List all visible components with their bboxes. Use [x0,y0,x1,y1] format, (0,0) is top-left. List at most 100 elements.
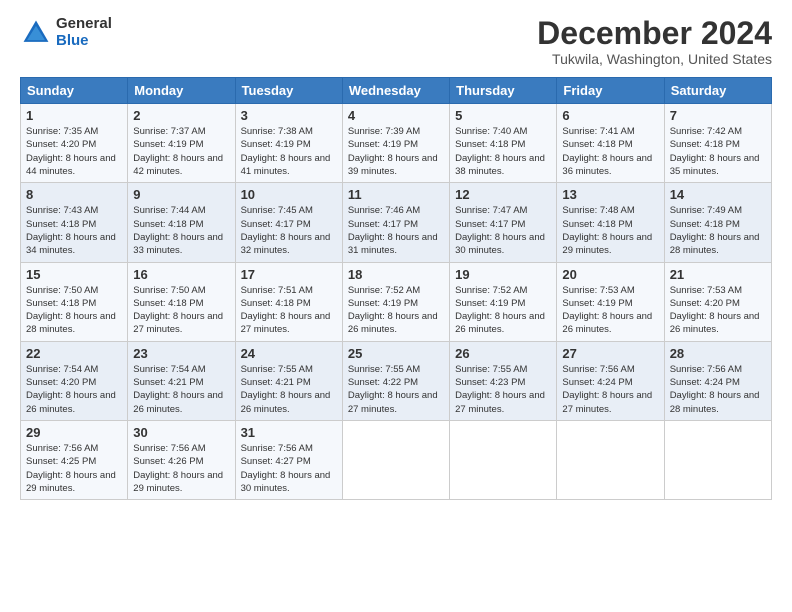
header-cell-saturday: Saturday [664,78,771,104]
day-info: Sunrise: 7:49 AMSunset: 4:18 PMDaylight:… [670,205,760,256]
day-cell: 30 Sunrise: 7:56 AMSunset: 4:26 PMDaylig… [128,420,235,499]
day-info: Sunrise: 7:52 AMSunset: 4:19 PMDaylight:… [348,285,438,336]
day-info: Sunrise: 7:56 AMSunset: 4:26 PMDaylight:… [133,443,223,494]
day-cell: 1 Sunrise: 7:35 AMSunset: 4:20 PMDayligh… [21,104,128,183]
day-number: 13 [562,187,658,202]
day-info: Sunrise: 7:55 AMSunset: 4:22 PMDaylight:… [348,364,438,415]
day-info: Sunrise: 7:56 AMSunset: 4:24 PMDaylight:… [562,364,652,415]
day-number: 6 [562,108,658,123]
day-info: Sunrise: 7:54 AMSunset: 4:20 PMDaylight:… [26,364,116,415]
day-cell: 12 Sunrise: 7:47 AMSunset: 4:17 PMDaylig… [450,183,557,262]
day-info: Sunrise: 7:52 AMSunset: 4:19 PMDaylight:… [455,285,545,336]
week-row-3: 15 Sunrise: 7:50 AMSunset: 4:18 PMDaylig… [21,262,772,341]
day-cell: 14 Sunrise: 7:49 AMSunset: 4:18 PMDaylig… [664,183,771,262]
day-number: 27 [562,346,658,361]
day-number: 11 [348,187,444,202]
day-info: Sunrise: 7:53 AMSunset: 4:19 PMDaylight:… [562,285,652,336]
header-cell-wednesday: Wednesday [342,78,449,104]
day-number: 7 [670,108,766,123]
day-info: Sunrise: 7:56 AMSunset: 4:25 PMDaylight:… [26,443,116,494]
logo: General Blue [20,16,112,49]
day-info: Sunrise: 7:56 AMSunset: 4:24 PMDaylight:… [670,364,760,415]
day-number: 26 [455,346,551,361]
day-info: Sunrise: 7:50 AMSunset: 4:18 PMDaylight:… [26,285,116,336]
day-cell: 24 Sunrise: 7:55 AMSunset: 4:21 PMDaylig… [235,341,342,420]
day-cell: 3 Sunrise: 7:38 AMSunset: 4:19 PMDayligh… [235,104,342,183]
day-cell: 16 Sunrise: 7:50 AMSunset: 4:18 PMDaylig… [128,262,235,341]
day-cell: 27 Sunrise: 7:56 AMSunset: 4:24 PMDaylig… [557,341,664,420]
header-cell-monday: Monday [128,78,235,104]
day-cell: 10 Sunrise: 7:45 AMSunset: 4:17 PMDaylig… [235,183,342,262]
day-number: 22 [26,346,122,361]
day-info: Sunrise: 7:47 AMSunset: 4:17 PMDaylight:… [455,205,545,256]
logo-text: General Blue [56,16,112,49]
day-info: Sunrise: 7:40 AMSunset: 4:18 PMDaylight:… [455,126,545,177]
day-info: Sunrise: 7:44 AMSunset: 4:18 PMDaylight:… [133,205,223,256]
day-number: 28 [670,346,766,361]
day-cell: 29 Sunrise: 7:56 AMSunset: 4:25 PMDaylig… [21,420,128,499]
day-number: 10 [241,187,337,202]
day-cell: 20 Sunrise: 7:53 AMSunset: 4:19 PMDaylig… [557,262,664,341]
day-info: Sunrise: 7:50 AMSunset: 4:18 PMDaylight:… [133,285,223,336]
day-info: Sunrise: 7:56 AMSunset: 4:27 PMDaylight:… [241,443,331,494]
day-number: 18 [348,267,444,282]
day-info: Sunrise: 7:55 AMSunset: 4:21 PMDaylight:… [241,364,331,415]
header-row: SundayMondayTuesdayWednesdayThursdayFrid… [21,78,772,104]
day-number: 24 [241,346,337,361]
page: General Blue December 2024 Tukwila, Wash… [0,0,792,612]
day-number: 20 [562,267,658,282]
header-cell-friday: Friday [557,78,664,104]
day-info: Sunrise: 7:53 AMSunset: 4:20 PMDaylight:… [670,285,760,336]
day-info: Sunrise: 7:51 AMSunset: 4:18 PMDaylight:… [241,285,331,336]
day-cell: 25 Sunrise: 7:55 AMSunset: 4:22 PMDaylig… [342,341,449,420]
day-info: Sunrise: 7:37 AMSunset: 4:19 PMDaylight:… [133,126,223,177]
day-number: 17 [241,267,337,282]
month-title: December 2024 [537,16,772,51]
day-cell: 22 Sunrise: 7:54 AMSunset: 4:20 PMDaylig… [21,341,128,420]
day-cell: 8 Sunrise: 7:43 AMSunset: 4:18 PMDayligh… [21,183,128,262]
day-number: 14 [670,187,766,202]
day-info: Sunrise: 7:42 AMSunset: 4:18 PMDaylight:… [670,126,760,177]
calendar-table: SundayMondayTuesdayWednesdayThursdayFrid… [20,77,772,500]
day-number: 1 [26,108,122,123]
day-cell: 18 Sunrise: 7:52 AMSunset: 4:19 PMDaylig… [342,262,449,341]
day-cell: 9 Sunrise: 7:44 AMSunset: 4:18 PMDayligh… [128,183,235,262]
day-number: 15 [26,267,122,282]
day-cell: 23 Sunrise: 7:54 AMSunset: 4:21 PMDaylig… [128,341,235,420]
header-cell-sunday: Sunday [21,78,128,104]
day-number: 23 [133,346,229,361]
day-info: Sunrise: 7:38 AMSunset: 4:19 PMDaylight:… [241,126,331,177]
day-cell: 31 Sunrise: 7:56 AMSunset: 4:27 PMDaylig… [235,420,342,499]
day-info: Sunrise: 7:35 AMSunset: 4:20 PMDaylight:… [26,126,116,177]
day-number: 12 [455,187,551,202]
day-number: 25 [348,346,444,361]
location: Tukwila, Washington, United States [537,51,772,67]
day-number: 4 [348,108,444,123]
day-cell: 28 Sunrise: 7:56 AMSunset: 4:24 PMDaylig… [664,341,771,420]
day-number: 2 [133,108,229,123]
day-number: 21 [670,267,766,282]
day-number: 30 [133,425,229,440]
day-cell: 13 Sunrise: 7:48 AMSunset: 4:18 PMDaylig… [557,183,664,262]
logo-icon [20,17,52,49]
day-number: 31 [241,425,337,440]
day-cell: 17 Sunrise: 7:51 AMSunset: 4:18 PMDaylig… [235,262,342,341]
header-cell-tuesday: Tuesday [235,78,342,104]
day-info: Sunrise: 7:55 AMSunset: 4:23 PMDaylight:… [455,364,545,415]
title-block: December 2024 Tukwila, Washington, Unite… [537,16,772,67]
day-cell [342,420,449,499]
day-cell: 2 Sunrise: 7:37 AMSunset: 4:19 PMDayligh… [128,104,235,183]
header-cell-thursday: Thursday [450,78,557,104]
logo-general: General [56,16,112,33]
day-number: 29 [26,425,122,440]
day-cell: 7 Sunrise: 7:42 AMSunset: 4:18 PMDayligh… [664,104,771,183]
day-cell: 26 Sunrise: 7:55 AMSunset: 4:23 PMDaylig… [450,341,557,420]
logo-blue: Blue [56,33,112,50]
day-number: 8 [26,187,122,202]
day-cell: 5 Sunrise: 7:40 AMSunset: 4:18 PMDayligh… [450,104,557,183]
day-cell [664,420,771,499]
day-cell: 4 Sunrise: 7:39 AMSunset: 4:19 PMDayligh… [342,104,449,183]
week-row-4: 22 Sunrise: 7:54 AMSunset: 4:20 PMDaylig… [21,341,772,420]
day-info: Sunrise: 7:43 AMSunset: 4:18 PMDaylight:… [26,205,116,256]
week-row-2: 8 Sunrise: 7:43 AMSunset: 4:18 PMDayligh… [21,183,772,262]
